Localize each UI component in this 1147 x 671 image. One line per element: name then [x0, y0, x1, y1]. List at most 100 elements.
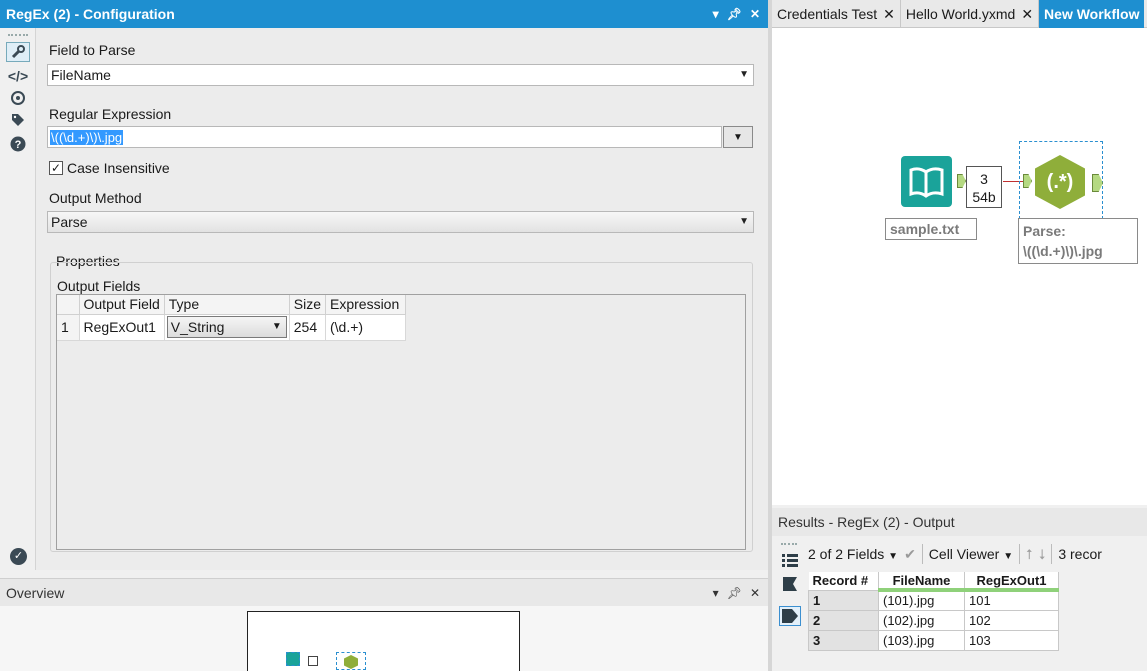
tag-icon[interactable] [6, 110, 30, 130]
col-expression[interactable]: Expression [325, 295, 406, 315]
svg-text:?: ? [15, 139, 22, 151]
input-tool-label: sample.txt [890, 221, 960, 237]
type-select[interactable]: V_String ▼ [166, 316, 287, 338]
filename-cell[interactable]: (101).jpg [878, 589, 965, 611]
table-row: 1 RegExOut1 V_String ▼ 254 (\d.+) [57, 314, 406, 341]
dropdown-icon[interactable]: ▾ [713, 579, 719, 607]
results-table: Record # FileName RegExOut1 1 (101).jpg … [808, 572, 1059, 651]
regex-tool-symbol: (.*) [1046, 170, 1074, 193]
grip-handle[interactable] [781, 543, 797, 545]
filename-cell[interactable]: (102).jpg [878, 609, 965, 631]
row-index: 1 [57, 314, 80, 341]
overview-title: Overview [6, 585, 65, 601]
parse-annotation-line1: Parse: [1023, 223, 1066, 239]
col-regexout1[interactable]: RegExOut1 [964, 572, 1059, 592]
check-circle-icon[interactable]: ✓ [10, 548, 27, 565]
config-panel-title: RegEx (2) - Configuration ▾ 📌︎ ✕ [0, 0, 768, 28]
regexout1-cell[interactable]: 101 [964, 589, 1059, 611]
tab-label: New Workflow [1044, 6, 1140, 22]
chevron-down-icon: ▼ [733, 131, 743, 143]
grip-handle[interactable] [8, 34, 28, 36]
input-tool-annotation[interactable]: sample.txt [885, 218, 977, 240]
col-type[interactable]: Type [164, 295, 290, 315]
col-filename[interactable]: FileName [878, 572, 965, 592]
fields-selector[interactable]: 2 of 2 Fields ▼ [808, 546, 898, 562]
record-number-cell: 2 [808, 609, 879, 631]
cell-viewer-label: Cell Viewer [928, 546, 1000, 562]
close-icon[interactable]: ✕ [1021, 0, 1033, 28]
messages-icon[interactable] [779, 574, 801, 594]
input-tool-output-anchor[interactable] [957, 174, 966, 188]
case-insensitive-checkbox[interactable]: ✓ [49, 161, 63, 175]
col-record-number[interactable]: Record # [808, 572, 879, 591]
output-field-cell[interactable]: RegExOut1 [79, 314, 165, 341]
col-size[interactable]: Size [289, 295, 327, 315]
col-output-field[interactable]: Output Field [79, 295, 165, 315]
results-side-toolbar [772, 536, 805, 671]
results-title: Results - RegEx (2) - Output [778, 514, 955, 530]
workflow-canvas[interactable]: 3 54b (.*) sample.txt Parse: \((\d.+)\)\… [772, 28, 1147, 505]
type-value: V_String [170, 319, 225, 335]
fields-selector-label: 2 of 2 Fields [808, 546, 885, 562]
connection-icon[interactable] [6, 88, 30, 108]
overview-viewport[interactable] [247, 611, 520, 671]
table-row[interactable]: 2 (102).jpg 102 [808, 609, 1059, 631]
record-number-cell: 3 [808, 629, 879, 651]
close-icon[interactable]: ✕ [883, 0, 895, 28]
size-cell[interactable]: 254 [289, 314, 327, 341]
mini-regex-tool [336, 652, 366, 670]
results-body: 2 of 2 Fields ▼ ✔ Cell Viewer ▼ ⭡ ⭣ 3 re… [772, 536, 1147, 671]
pin-icon[interactable]: 📌︎ [727, 579, 742, 607]
chevron-down-icon: ▼ [739, 216, 749, 227]
arrow-down-icon[interactable]: ⭣ [1039, 546, 1046, 563]
close-icon[interactable]: ✕ [750, 0, 760, 28]
wrench-icon[interactable] [6, 42, 30, 62]
checkmark-icon[interactable]: ✔ [904, 546, 916, 563]
regex-input[interactable]: \((\d.+)\)\.jpg [47, 126, 722, 148]
results-toolbar: 2 of 2 Fields ▼ ✔ Cell Viewer ▼ ⭡ ⭣ 3 re… [808, 542, 1102, 566]
xml-code-icon[interactable]: </> [6, 66, 30, 86]
table-row[interactable]: 1 (101).jpg 101 [808, 589, 1059, 611]
dropdown-icon[interactable]: ▾ [713, 0, 719, 28]
arrow-up-icon[interactable]: ⭡ [1026, 546, 1033, 563]
config-content: Field to Parse FileName ▼ Regular Expres… [35, 28, 768, 570]
close-icon[interactable]: ✕ [750, 579, 760, 607]
tab-new-workflow[interactable]: New Workflow [1039, 0, 1145, 28]
regex-label: Regular Expression [49, 106, 172, 122]
chevron-down-icon: ▼ [1003, 551, 1014, 562]
case-insensitive-label: Case Insensitive [67, 160, 170, 176]
mini-input-tool [286, 652, 300, 666]
field-to-parse-label: Field to Parse [49, 42, 136, 58]
pin-icon[interactable]: 📌︎ [727, 0, 742, 28]
output-method-select[interactable]: Parse ▼ [47, 211, 754, 233]
chevron-down-icon: ▼ [888, 551, 899, 562]
book-icon [909, 167, 944, 198]
chevron-down-icon: ▼ [271, 321, 282, 332]
table-row[interactable]: 3 (103).jpg 103 [808, 629, 1059, 651]
chevron-down-icon: ▼ [739, 69, 749, 80]
cell-viewer-selector[interactable]: Cell Viewer ▼ [929, 546, 1013, 562]
workflow-tabs: Credentials Test ✕ Hello World.yxmd ✕ Ne… [772, 0, 1147, 28]
data-tag-icon[interactable] [779, 606, 801, 626]
record-size: 54b [972, 189, 996, 205]
record-number-cell: 1 [808, 589, 879, 611]
config-side-toolbar: </> ? ✓ [0, 28, 35, 570]
regex-value: \((\d.+)\)\.jpg [50, 130, 124, 145]
list-view-icon[interactable] [779, 550, 801, 570]
output-fields-label: Output Fields [57, 278, 141, 294]
regexout1-cell[interactable]: 102 [964, 609, 1059, 631]
config-title-text: RegEx (2) - Configuration [6, 6, 175, 22]
filename-cell[interactable]: (103).jpg [878, 629, 965, 651]
input-tool[interactable] [901, 156, 952, 207]
expression-cell[interactable]: (\d.+) [325, 314, 406, 341]
tab-hello-world[interactable]: Hello World.yxmd ✕ [901, 0, 1040, 28]
mini-count-box [308, 656, 318, 666]
regexout1-cell[interactable]: 103 [964, 629, 1059, 651]
regex-menu-button[interactable]: ▼ [723, 126, 753, 148]
tab-credentials-test[interactable]: Credentials Test ✕ [772, 0, 901, 28]
field-to-parse-select[interactable]: FileName ▼ [47, 64, 754, 86]
regex-tool-annotation[interactable]: Parse: \((\d.+)\)\.jpg [1018, 218, 1138, 264]
help-icon[interactable]: ? [6, 134, 30, 154]
field-to-parse-value: FileName [51, 67, 111, 83]
results-title-bar: Results - RegEx (2) - Output [772, 508, 1147, 536]
